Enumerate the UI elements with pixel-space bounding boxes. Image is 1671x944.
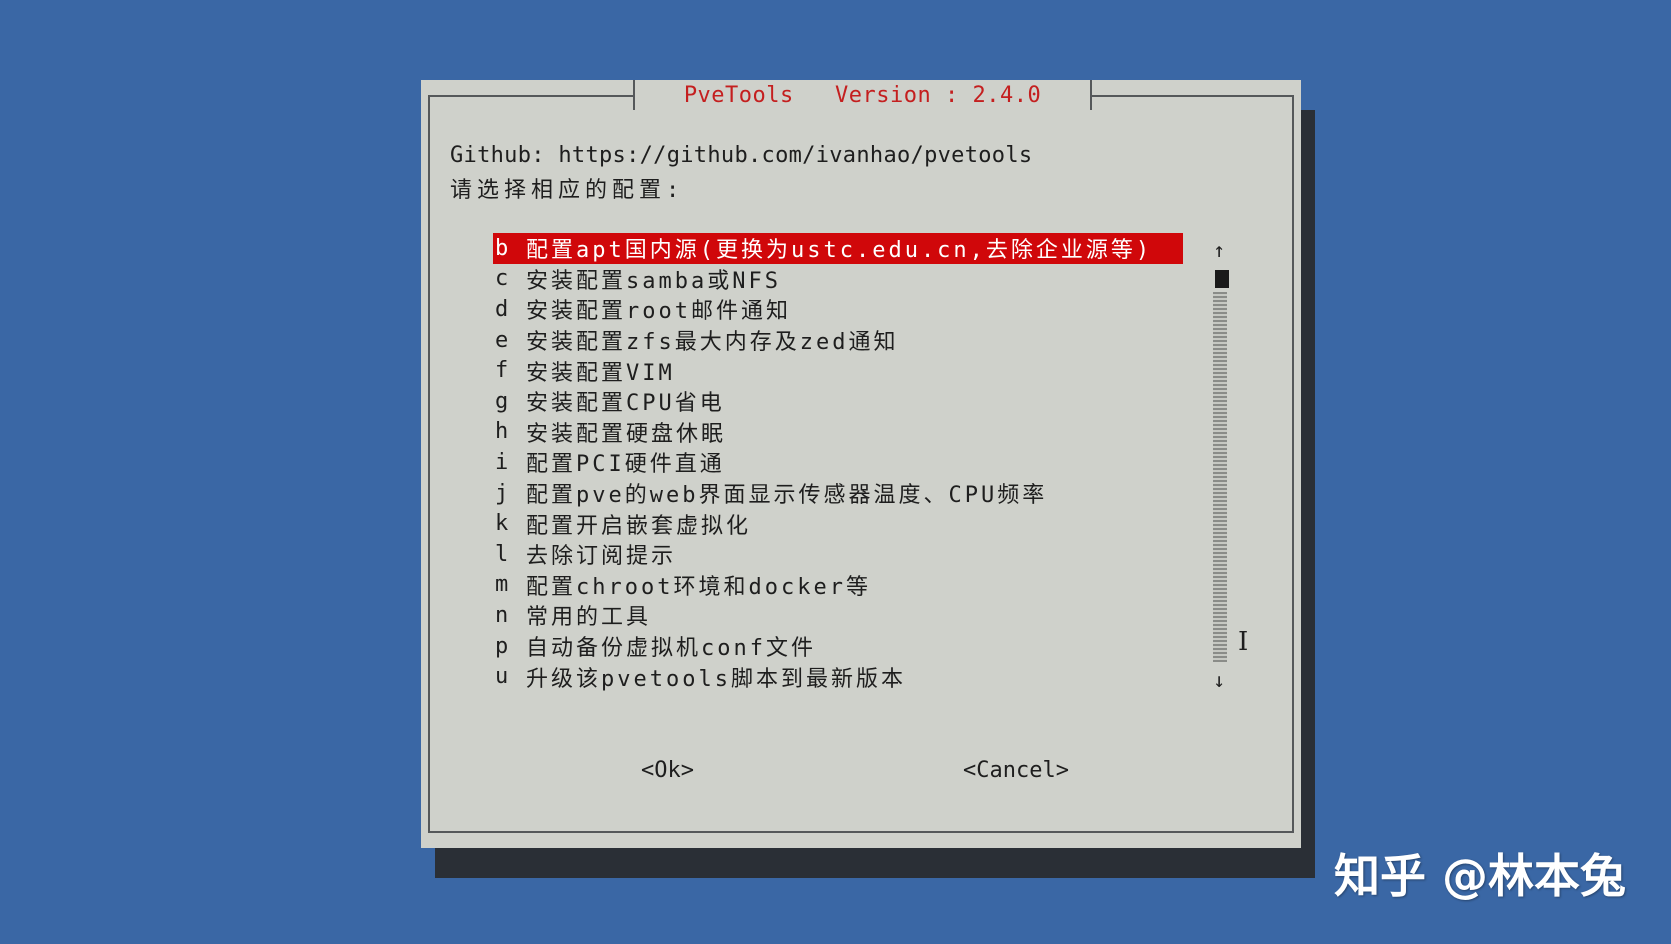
text-cursor-icon: I [1238,627,1249,657]
menu-item-e[interactable]: e 安装配置zfs最大内存及zed通知 [493,325,1183,356]
menu-item-key: m [495,572,509,598]
menu-item-label: 配置开启嵌套虚拟化 [526,513,752,539]
menu-item-b[interactable]: b 配置apt国内源(更换为ustc.edu.cn,去除企业源等) [493,233,1183,264]
ok-button[interactable]: <Ok> [641,758,694,783]
dialog-title: PveTools Version : 2.4.0 [633,80,1092,110]
menu-item-m[interactable]: m 配置chroot环境和docker等 [493,570,1183,601]
menu-item-key: f [495,358,509,384]
menu-item-u[interactable]: u 升级该pvetools脚本到最新版本 [493,661,1183,692]
menu-item-key: u [495,664,509,690]
menu-item-label: 配置apt国内源(更换为ustc.edu.cn,去除企业源等) [526,238,1153,264]
menu-item-key: g [495,388,509,414]
scroll-up-arrow-icon[interactable]: ↑ [1213,238,1225,262]
menu-list: b 配置apt国内源(更换为ustc.edu.cn,去除企业源等) c 安装配置sam… [493,233,1183,692]
menu-item-key: h [495,419,509,445]
menu-item-key: d [495,296,509,322]
menu-item-label: 安装配置zfs最大内存及zed通知 [526,330,899,356]
menu-item-label: 安装配置root邮件通知 [526,299,791,325]
menu-item-label: 配置PCI硬件直通 [526,452,725,478]
menu-item-label: 常用的工具 [526,605,652,631]
menu-item-j[interactable]: j 配置pve的web界面显示传感器温度、CPU频率 [493,478,1183,509]
menu-item-k[interactable]: k 配置开启嵌套虚拟化 [493,508,1183,539]
pvetools-dialog: PveTools Version : 2.4.0 Github: https:/… [421,80,1301,848]
menu-item-n[interactable]: n 常用的工具 [493,600,1183,631]
menu-item-label: 自动备份虚拟机conf文件 [526,636,816,662]
scrollbar-track[interactable] [1213,292,1227,662]
menu-item-key: e [495,327,509,353]
menu-item-key: b [495,235,509,261]
scroll-down-arrow-icon[interactable]: ↓ [1213,668,1225,692]
menu-item-l[interactable]: l 去除订阅提示 [493,539,1183,570]
prompt-text: 请选择相应的配置: [450,178,685,203]
menu-item-g[interactable]: g 安装配置CPU省电 [493,386,1183,417]
menu-item-f[interactable]: f 安装配置VIM [493,355,1183,386]
menu-item-key: i [495,449,509,475]
menu-item-label: 配置pve的web界面显示传感器温度、CPU频率 [526,483,1048,509]
menu-item-label: 配置chroot环境和docker等 [526,574,871,600]
menu-item-label: 去除订阅提示 [526,544,677,570]
menu-item-p[interactable]: p 自动备份虚拟机conf文件 [493,631,1183,662]
menu-item-key: j [495,480,509,506]
menu-item-key: c [495,266,509,292]
menu-item-d[interactable]: d 安装配置root邮件通知 [493,294,1183,325]
menu-item-key: n [495,602,509,628]
cancel-button[interactable]: <Cancel> [963,758,1069,783]
menu-item-label: 安装配置VIM [526,360,675,386]
menu-item-h[interactable]: h 安装配置硬盘休眠 [493,417,1183,448]
menu-item-label: 安装配置samba或NFS [526,268,781,294]
menu-item-key: l [495,541,509,567]
scrollbar-thumb[interactable] [1215,270,1229,288]
menu-item-label: 安装配置硬盘休眠 [526,421,727,447]
menu-item-i[interactable]: i 配置PCI硬件直通 [493,447,1183,478]
menu-item-c[interactable]: c 安装配置samba或NFS [493,264,1183,295]
watermark-text: 知乎 @林本兔 [1333,849,1626,903]
github-line: Github: https://github.com/ivanhao/pveto… [450,143,1033,168]
menu-item-key: p [495,633,509,659]
menu-item-key: k [495,511,509,537]
menu-item-label: 安装配置CPU省电 [526,391,725,417]
menu-item-label: 升级该pvetools脚本到最新版本 [526,666,906,692]
